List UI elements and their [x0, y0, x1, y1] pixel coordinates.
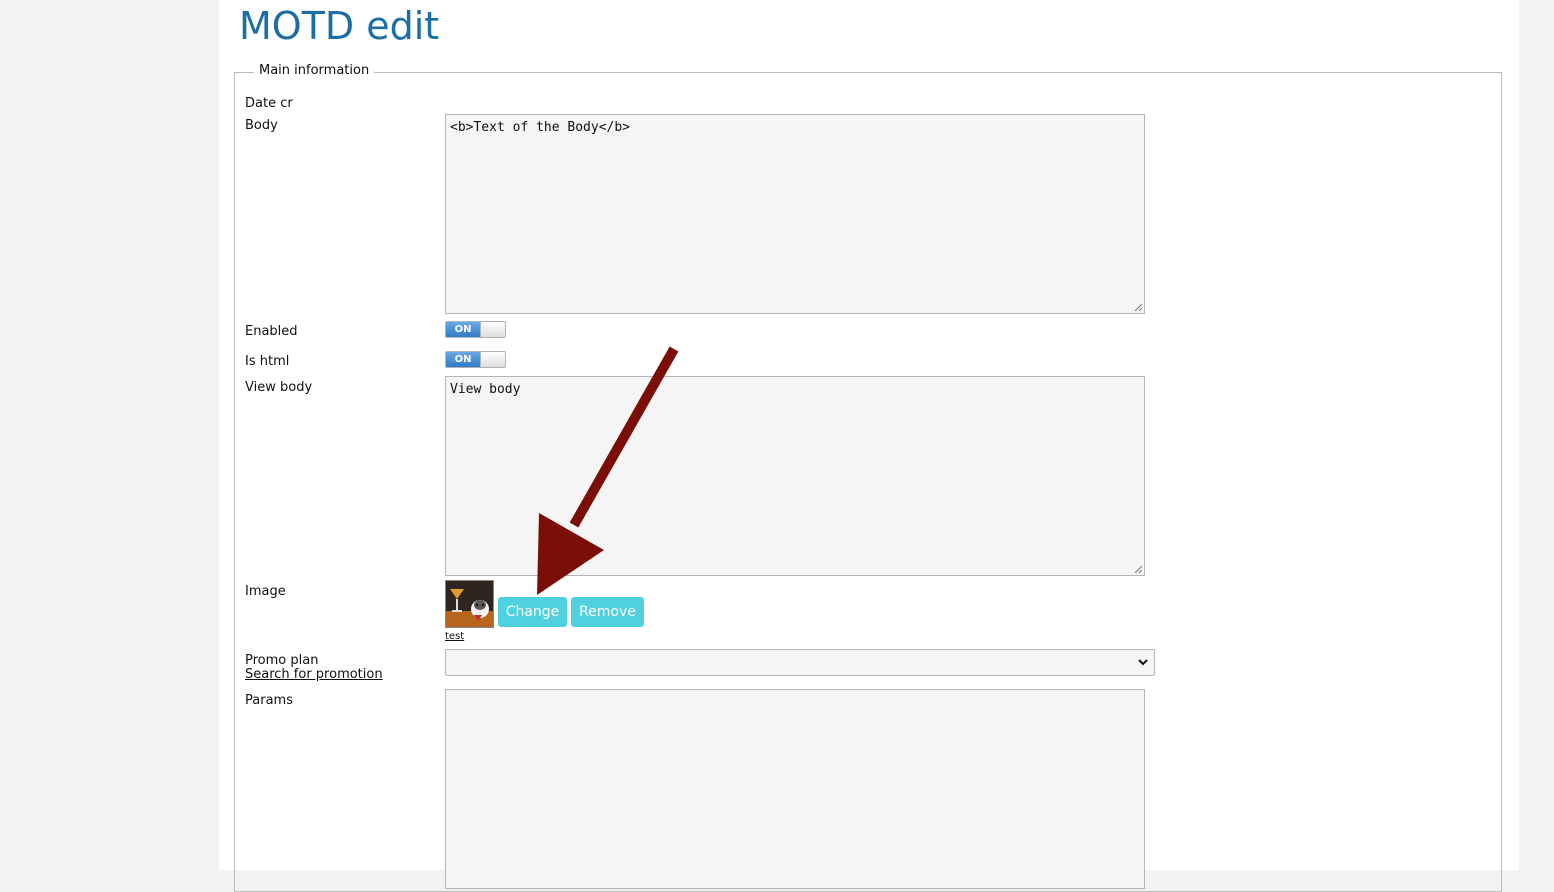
view-body-textarea-value: View body [450, 382, 521, 397]
cat-with-drink-image [446, 581, 493, 627]
is-html-label: Is html [245, 354, 290, 369]
promo-plan-label: Promo plan [245, 653, 319, 668]
remove-image-button[interactable]: Remove [571, 597, 644, 627]
enabled-label: Enabled [245, 324, 298, 339]
form-area: Date cr Body <b>Text of the Body</b> Ena… [219, 0, 1519, 889]
body-textarea-value: <b>Text of the Body</b> [450, 120, 631, 135]
promo-plan-select[interactable] [445, 649, 1155, 676]
image-caption-link[interactable]: test [445, 631, 464, 642]
change-image-button[interactable]: Change [498, 597, 567, 627]
params-label: Params [245, 693, 293, 708]
params-textarea[interactable] [445, 689, 1145, 889]
enabled-toggle-state: ON [446, 322, 480, 337]
view-body-label: View body [245, 380, 313, 395]
search-promotion-link[interactable]: Search for promotion [245, 667, 383, 682]
image-thumbnail [445, 580, 494, 628]
image-label: Image [245, 584, 286, 599]
date-cr-label: Date cr [245, 96, 293, 111]
view-body-textarea[interactable]: View body [445, 376, 1145, 576]
body-textarea[interactable]: <b>Text of the Body</b> [445, 114, 1145, 314]
toggle-knob [480, 322, 505, 337]
is-html-toggle-state: ON [446, 352, 480, 367]
is-html-toggle[interactable]: ON [445, 351, 506, 368]
toggle-knob [480, 352, 505, 367]
body-label: Body [245, 118, 278, 133]
enabled-toggle[interactable]: ON [445, 321, 506, 338]
chevron-down-icon [1138, 659, 1148, 666]
resize-grip-icon[interactable] [1134, 565, 1142, 573]
resize-grip-icon[interactable] [1134, 303, 1142, 311]
